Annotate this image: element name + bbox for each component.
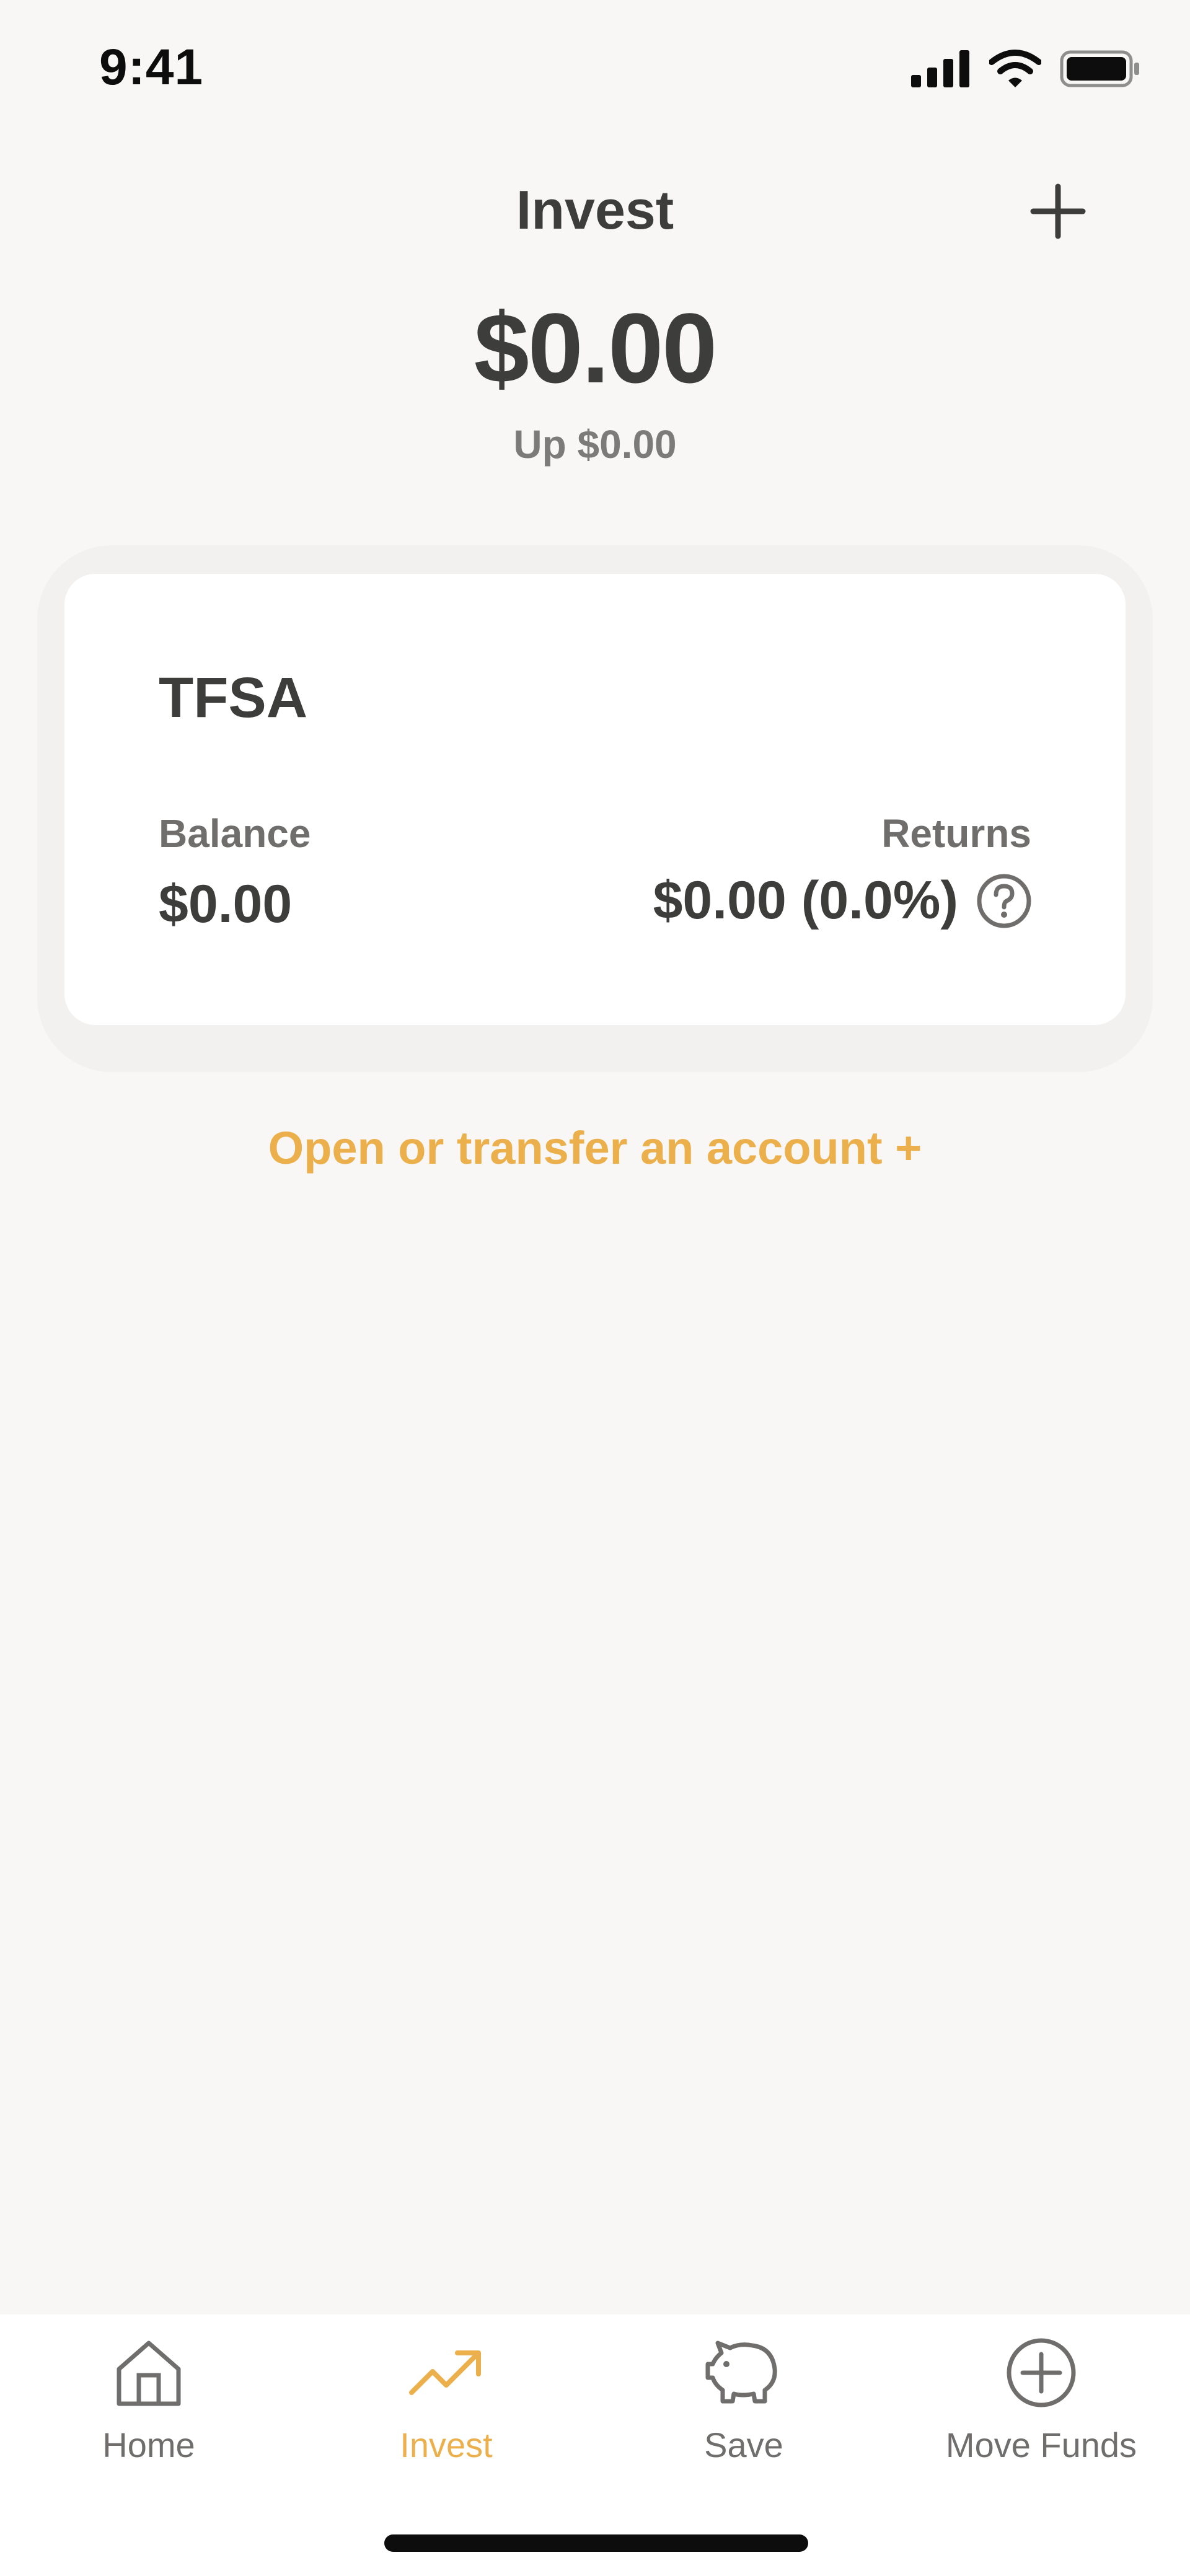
home-icon <box>105 2329 192 2416</box>
returns-label: Returns <box>881 811 1031 856</box>
account-card-tfsa[interactable]: TFSA Balance $0.00 Returns $0.00 (0.0%) <box>64 574 1126 1025</box>
returns-value: $0.00 (0.0%) <box>653 871 958 930</box>
tab-label: Invest <box>400 2425 493 2464</box>
status-bar: 9:41 <box>0 0 1190 143</box>
page-title: Invest <box>516 179 674 240</box>
tab-save[interactable]: Save <box>595 2329 892 2503</box>
piggy-bank-icon <box>700 2329 787 2416</box>
tab-home[interactable]: Home <box>0 2329 298 2503</box>
total-balance: $0.00 <box>474 292 717 403</box>
tab-label: Save <box>704 2425 783 2464</box>
status-icons <box>911 50 1140 91</box>
open-or-transfer-account-link[interactable]: Open or transfer an account + <box>0 1122 1190 1174</box>
wifi-icon <box>989 50 1042 91</box>
account-name: TFSA <box>159 666 308 729</box>
battery-icon <box>1060 50 1140 90</box>
signal-icon <box>911 50 971 90</box>
plus-circle-icon <box>998 2329 1085 2416</box>
status-time: 9:41 <box>99 39 204 95</box>
trending-up-icon <box>403 2329 490 2416</box>
tab-move-funds[interactable]: Move Funds <box>892 2329 1190 2503</box>
help-icon[interactable] <box>976 873 1033 930</box>
home-indicator <box>384 2534 808 2552</box>
total-change: Up $0.00 <box>513 422 677 467</box>
balance-label: Balance <box>159 811 311 856</box>
tab-bar: Home Invest Save Move Funds <box>0 2314 1190 2576</box>
plus-icon <box>1029 183 1086 243</box>
returns-row: $0.00 (0.0%) <box>653 870 1033 931</box>
balance-value: $0.00 <box>159 874 293 934</box>
tab-label: Move Funds <box>945 2425 1137 2464</box>
tab-invest[interactable]: Invest <box>298 2329 595 2503</box>
add-button[interactable] <box>1024 178 1092 247</box>
tab-label: Home <box>102 2425 195 2464</box>
